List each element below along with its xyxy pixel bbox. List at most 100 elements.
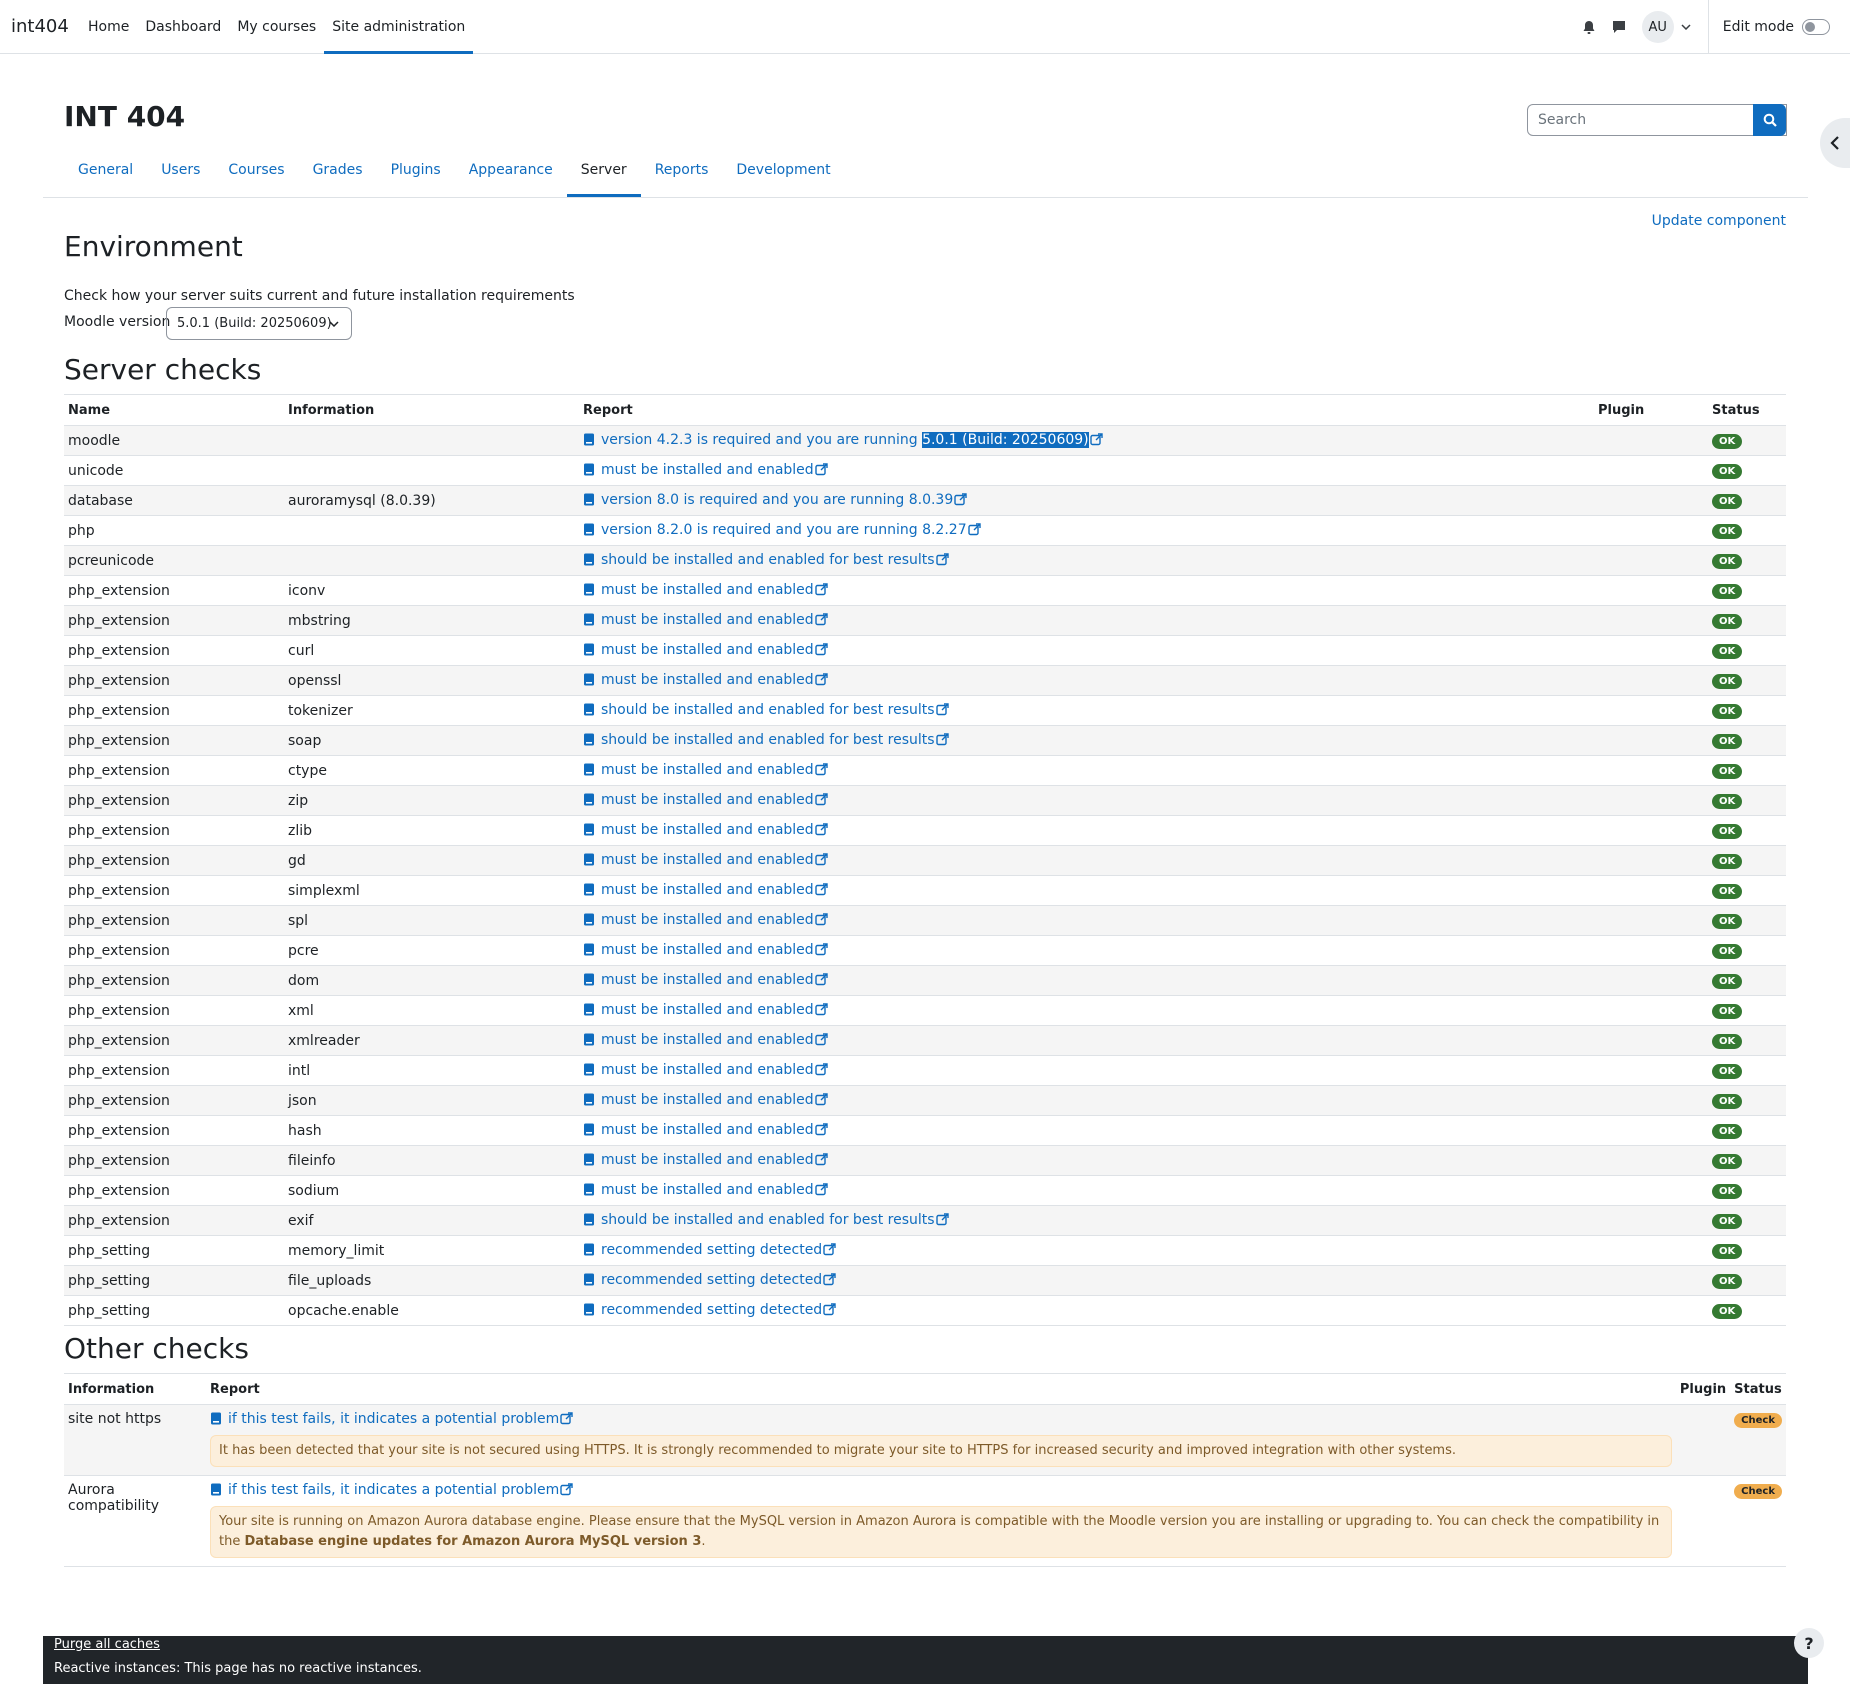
nav-my-courses[interactable]: My courses <box>229 0 324 54</box>
tab-grades[interactable]: Grades <box>299 150 377 197</box>
external-link-icon[interactable] <box>814 1062 828 1080</box>
update-component-link[interactable]: Update component <box>1652 213 1786 229</box>
external-link-icon[interactable] <box>823 1302 836 1320</box>
external-link-icon[interactable] <box>814 612 828 630</box>
report-link[interactable]: should be installed and enabled for best… <box>601 732 935 748</box>
external-link-icon[interactable] <box>814 822 828 840</box>
report-link[interactable]: must be installed and enabled <box>601 582 814 598</box>
tab-users[interactable]: Users <box>147 150 214 197</box>
report-link[interactable]: must be installed and enabled <box>601 972 814 988</box>
check-status: OK <box>1708 665 1786 696</box>
report-link[interactable]: recommended setting detected <box>601 1242 822 1258</box>
report-link[interactable]: must be installed and enabled <box>601 1002 814 1018</box>
external-link-icon[interactable] <box>814 582 828 600</box>
user-menu-chevron-down-icon[interactable] <box>1680 21 1692 33</box>
external-link-icon[interactable] <box>935 702 949 720</box>
external-link-icon[interactable] <box>814 912 828 930</box>
report-link[interactable]: must be installed and enabled <box>601 822 814 838</box>
external-link-icon[interactable] <box>814 792 828 810</box>
search-input[interactable]: Search <box>1527 104 1787 136</box>
status-badge: OK <box>1712 944 1743 959</box>
external-link-icon[interactable] <box>560 1483 573 1500</box>
tab-general[interactable]: General <box>64 150 147 197</box>
check-information: zip <box>284 785 579 816</box>
nav-site-administration[interactable]: Site administration <box>324 0 474 54</box>
nav-home[interactable]: Home <box>80 0 137 54</box>
messages-chat-icon[interactable] <box>1604 12 1634 42</box>
report-link[interactable]: recommended setting detected <box>601 1302 822 1318</box>
report-link[interactable]: version 8.2.0 is required and you are ru… <box>601 522 967 538</box>
tab-plugins[interactable]: Plugins <box>377 150 455 197</box>
report-link[interactable]: must be installed and enabled <box>601 1092 814 1108</box>
report-link[interactable]: must be installed and enabled <box>601 642 814 658</box>
notifications-bell-icon[interactable] <box>1574 12 1604 42</box>
external-link-icon[interactable] <box>935 732 949 750</box>
purge-all-caches-link[interactable]: Purge all caches <box>54 1637 160 1652</box>
external-link-icon[interactable] <box>814 972 828 990</box>
report-link[interactable]: must be installed and enabled <box>601 882 814 898</box>
report-link[interactable]: version 8.0 is required and you are runn… <box>601 492 953 508</box>
external-link-icon[interactable] <box>814 1032 828 1050</box>
external-link-icon[interactable] <box>814 882 828 900</box>
report-link[interactable]: must be installed and enabled <box>601 762 814 778</box>
report-link[interactable]: must be installed and enabled <box>601 1182 814 1198</box>
check-report: should be installed and enabled for best… <box>579 545 1594 576</box>
report-link[interactable]: must be installed and enabled <box>601 1152 814 1168</box>
search-button[interactable] <box>1753 104 1786 136</box>
nav-dashboard[interactable]: Dashboard <box>137 0 229 54</box>
external-link-icon[interactable] <box>814 762 828 780</box>
external-link-icon[interactable] <box>814 942 828 960</box>
check-report: must be installed and enabled <box>579 935 1594 966</box>
report-link[interactable]: must be installed and enabled <box>601 462 814 478</box>
report-link[interactable]: must be installed and enabled <box>601 1032 814 1048</box>
tab-server[interactable]: Server <box>566 150 641 197</box>
external-link-icon[interactable] <box>823 1242 836 1260</box>
external-link-icon[interactable] <box>814 1122 828 1140</box>
external-link-icon[interactable] <box>814 1152 828 1170</box>
external-link-icon[interactable] <box>967 522 981 540</box>
report-link[interactable]: if this test fails, it indicates a poten… <box>228 1482 559 1498</box>
report-link[interactable]: version 4.2.3 is required and you are ru… <box>601 432 922 448</box>
check-information: memory_limit <box>284 1235 579 1266</box>
external-link-icon[interactable] <box>935 552 949 570</box>
report-link[interactable]: should be installed and enabled for best… <box>601 702 935 718</box>
report-link[interactable]: must be installed and enabled <box>601 852 814 868</box>
external-link-icon[interactable] <box>814 642 828 660</box>
user-avatar[interactable]: AU <box>1641 11 1674 43</box>
external-link-icon[interactable] <box>814 852 828 870</box>
report-link[interactable]: recommended setting detected <box>601 1272 822 1288</box>
report-link[interactable]: should be installed and enabled for best… <box>601 552 935 568</box>
external-link-icon[interactable] <box>823 1272 836 1290</box>
external-link-icon[interactable] <box>954 492 967 510</box>
external-link-icon[interactable] <box>814 462 828 480</box>
tab-development[interactable]: Development <box>722 150 844 197</box>
external-link-icon[interactable] <box>814 1182 828 1200</box>
tab-reports[interactable]: Reports <box>641 150 723 197</box>
report-link-highlight[interactable]: 5.0.1 (Build: 20250609) <box>922 431 1089 448</box>
report-link[interactable]: must be installed and enabled <box>601 672 814 688</box>
report-link[interactable]: must be installed and enabled <box>601 942 814 958</box>
report-link[interactable]: must be installed and enabled <box>601 612 814 628</box>
edit-mode-toggle[interactable] <box>1802 19 1830 35</box>
help-button[interactable]: ? <box>1794 1628 1824 1658</box>
external-link-icon[interactable] <box>814 1092 828 1110</box>
external-link-icon[interactable] <box>560 1412 573 1429</box>
moodle-version-select[interactable]: 5.0.1 (Build: 20250609) <box>166 307 352 340</box>
external-link-icon[interactable] <box>814 672 828 690</box>
admin-tabs: General Users Courses Grades Plugins App… <box>64 150 845 198</box>
report-link[interactable]: must be installed and enabled <box>601 912 814 928</box>
report-link[interactable]: if this test fails, it indicates a poten… <box>228 1411 559 1427</box>
tab-courses[interactable]: Courses <box>214 150 298 197</box>
check-status: OK <box>1708 1265 1786 1296</box>
check-status: OK <box>1708 875 1786 906</box>
site-brand[interactable]: int404 <box>11 16 69 37</box>
open-drawer-button[interactable] <box>1820 118 1850 168</box>
external-link-icon[interactable] <box>1089 432 1103 450</box>
external-link-icon[interactable] <box>814 1002 828 1020</box>
report-link[interactable]: must be installed and enabled <box>601 1122 814 1138</box>
report-link[interactable]: should be installed and enabled for best… <box>601 1212 935 1228</box>
report-link[interactable]: must be installed and enabled <box>601 1062 814 1078</box>
tab-appearance[interactable]: Appearance <box>455 150 567 197</box>
external-link-icon[interactable] <box>935 1212 949 1230</box>
report-link[interactable]: must be installed and enabled <box>601 792 814 808</box>
